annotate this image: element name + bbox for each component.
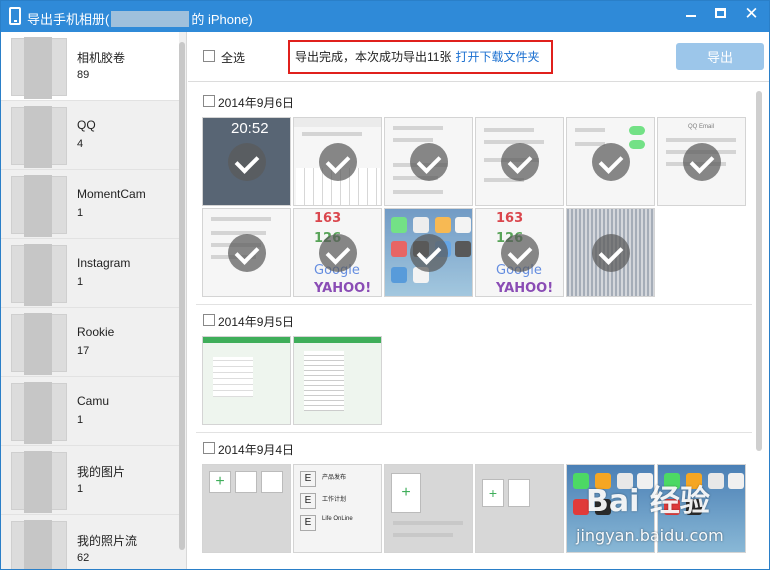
checked-icon bbox=[592, 234, 630, 272]
window-title: 导出手机相册( 的 iPhone) bbox=[27, 9, 253, 28]
album-cover bbox=[11, 175, 67, 237]
date-group-label: 2014年9月5日 bbox=[218, 315, 295, 329]
album-count: 4 bbox=[77, 138, 84, 150]
album-count: 62 bbox=[77, 552, 90, 564]
album-cover bbox=[11, 244, 67, 306]
thumb-caption: 产品发布 bbox=[322, 475, 347, 481]
open-download-folder-link[interactable]: 打开下载文件夹 bbox=[455, 50, 539, 64]
maximize-icon bbox=[714, 8, 726, 18]
sidebar-item-photo-stream[interactable]: 我的照片流 62 bbox=[1, 515, 179, 569]
minimize-icon bbox=[686, 15, 696, 17]
album-count: 17 bbox=[77, 345, 90, 357]
watermark-main: Bai 经验 bbox=[586, 484, 710, 519]
title-bar: 导出手机相册( 的 iPhone) ✕ bbox=[1, 1, 769, 32]
album-count: 1 bbox=[77, 414, 84, 426]
close-button[interactable]: ✕ bbox=[735, 1, 768, 25]
album-name: MomentCam bbox=[77, 187, 146, 201]
photo-thumbnail[interactable]: + bbox=[384, 464, 473, 553]
album-cover bbox=[11, 451, 67, 513]
sidebar-item-camu[interactable]: Camu 1 bbox=[1, 377, 179, 446]
toolbar: 全选 导出完成，本次成功导出11张 打开下载文件夹 导出 bbox=[188, 32, 769, 82]
photo-thumbnail[interactable]: + bbox=[202, 464, 291, 553]
checked-icon bbox=[501, 234, 539, 272]
album-name: Camu bbox=[77, 394, 110, 408]
sidebar-item-instagram[interactable]: Instagram 1 bbox=[1, 239, 179, 308]
album-cover bbox=[11, 382, 67, 444]
thumb-caption: 工作计划 bbox=[322, 497, 347, 503]
export-complete-notice: 导出完成，本次成功导出11张 打开下载文件夹 bbox=[288, 40, 553, 74]
album-count: 1 bbox=[77, 207, 84, 219]
photo-thumbnail[interactable] bbox=[202, 208, 291, 297]
album-name: 相机胶卷 bbox=[77, 51, 126, 65]
photo-thumbnail[interactable] bbox=[384, 117, 473, 206]
photo-thumbnail[interactable]: QQ Email bbox=[657, 117, 746, 206]
watermark-url: jingyan.baidu.com bbox=[576, 526, 724, 545]
checked-icon bbox=[319, 234, 357, 272]
album-count: 89 bbox=[77, 69, 90, 81]
album-name: QQ bbox=[77, 118, 96, 132]
album-cover bbox=[11, 37, 67, 99]
album-name: Rookie bbox=[77, 325, 115, 339]
album-name: Instagram bbox=[77, 256, 131, 270]
select-all-label[interactable]: 全选 bbox=[221, 49, 245, 66]
photo-thumbnail[interactable] bbox=[475, 117, 564, 206]
content-scrollbar[interactable] bbox=[756, 91, 762, 451]
photo-thumbnail[interactable] bbox=[384, 208, 473, 297]
baidu-watermark: Bai 经验 jingyan.baidu.com bbox=[576, 466, 766, 566]
group-divider bbox=[196, 304, 752, 305]
album-name: 我的图片 bbox=[77, 465, 126, 479]
phone-icon bbox=[9, 7, 21, 25]
select-all-checkbox[interactable] bbox=[203, 50, 215, 62]
checked-icon bbox=[592, 143, 630, 181]
photo-thumbnail[interactable] bbox=[566, 117, 655, 206]
photo-thumbnail[interactable]: + bbox=[475, 464, 564, 553]
group-divider bbox=[196, 432, 752, 433]
album-sidebar: 相机胶卷 89 QQ 4 MomentCam 1 Instagram 1 Roo… bbox=[1, 32, 187, 569]
album-count: 1 bbox=[77, 276, 84, 288]
thumb-caption: Life OnLine bbox=[322, 516, 353, 522]
sidebar-item-rookie[interactable]: Rookie 17 bbox=[1, 308, 179, 377]
album-count: 1 bbox=[77, 483, 84, 495]
date-group-checkbox[interactable] bbox=[203, 95, 215, 107]
export-album-window: 导出手机相册( 的 iPhone) ✕ 相机胶卷 89 QQ 4 MomentCa… bbox=[0, 0, 770, 570]
window-title-prefix: 导出手机相册( bbox=[27, 12, 110, 27]
sidebar-item-camera-roll[interactable]: 相机胶卷 89 bbox=[1, 32, 179, 101]
photo-thumbnail[interactable] bbox=[293, 117, 382, 206]
date-group-label: 2014年9月6日 bbox=[218, 96, 295, 110]
maximize-button[interactable] bbox=[706, 1, 734, 25]
sidebar-item-my-pictures[interactable]: 我的图片 1 bbox=[1, 446, 179, 515]
photo-thumbnail[interactable] bbox=[293, 336, 382, 425]
export-button[interactable]: 导出 bbox=[676, 43, 764, 70]
checked-icon bbox=[501, 143, 539, 181]
masked-device-name bbox=[111, 11, 190, 27]
notice-text: 导出完成，本次成功导出11张 bbox=[295, 50, 452, 64]
album-cover bbox=[11, 313, 67, 375]
checked-icon bbox=[683, 143, 721, 181]
sidebar-item-qq[interactable]: QQ 4 bbox=[1, 101, 179, 170]
album-cover bbox=[11, 106, 67, 168]
photo-thumbnail[interactable]: E 产品发布 E 工作计划 E Life OnLine bbox=[293, 464, 382, 553]
checked-icon bbox=[319, 143, 357, 181]
checked-icon bbox=[410, 143, 448, 181]
checked-icon bbox=[228, 234, 266, 272]
sidebar-scrollbar[interactable] bbox=[179, 42, 185, 550]
date-group-label: 2014年9月4日 bbox=[218, 443, 295, 457]
sidebar-item-momentcam[interactable]: MomentCam 1 bbox=[1, 170, 179, 239]
photo-thumbnail[interactable]: 163 126 Google YAHOO! bbox=[475, 208, 564, 297]
minimize-button[interactable] bbox=[677, 1, 705, 25]
photo-thumbnail[interactable]: 163 126 Google YAHOO! bbox=[293, 208, 382, 297]
checked-icon bbox=[410, 234, 448, 272]
photo-thumbnail[interactable]: 20:52 bbox=[202, 117, 291, 206]
photo-thumbnail[interactable] bbox=[566, 208, 655, 297]
album-cover bbox=[11, 520, 67, 569]
close-icon: ✕ bbox=[744, 3, 759, 23]
window-title-suffix: 的 iPhone) bbox=[191, 12, 253, 27]
album-name: 我的照片流 bbox=[77, 534, 138, 548]
date-group-checkbox[interactable] bbox=[203, 442, 215, 454]
photo-thumbnail[interactable] bbox=[202, 336, 291, 425]
checked-icon bbox=[228, 143, 266, 181]
date-group-checkbox[interactable] bbox=[203, 314, 215, 326]
